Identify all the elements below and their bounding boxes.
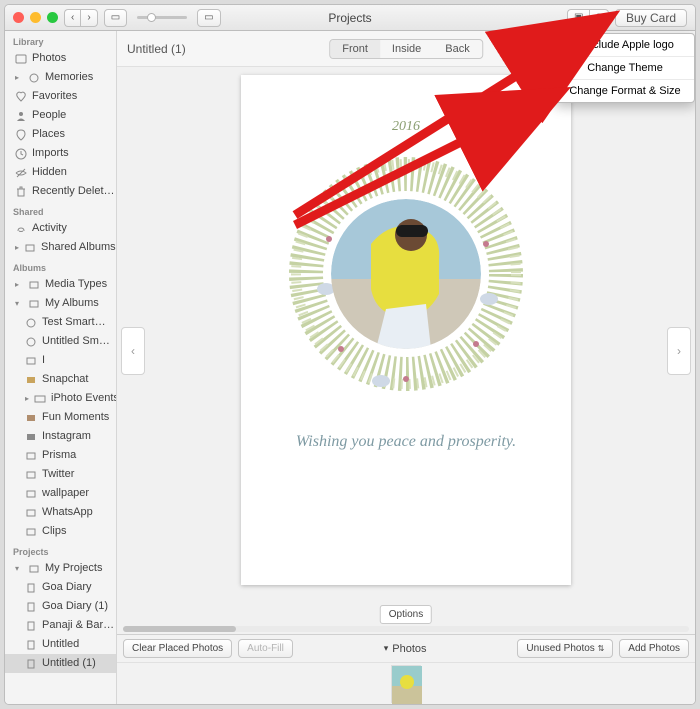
- sidebar-item-iphoto-events[interactable]: ▸iPhoto Events: [5, 389, 116, 408]
- sidebar-item-twitter[interactable]: Twitter: [5, 465, 116, 484]
- document-title: Untitled (1): [117, 42, 186, 56]
- options-button[interactable]: Options: [380, 605, 432, 624]
- sidebar-header-projects: Projects: [5, 541, 116, 559]
- card-message: Wishing you peace and prosperity.: [296, 433, 516, 451]
- photos-dropdown[interactable]: ▾Photos: [384, 643, 427, 655]
- sidebar-item-hidden[interactable]: Hidden: [5, 163, 116, 182]
- traffic-lights: [13, 12, 58, 23]
- sidebar-item-album-i[interactable]: I: [5, 351, 116, 370]
- thumbnail-small-icon[interactable]: ▭: [104, 9, 127, 27]
- sidebar-item-instagram[interactable]: Instagram: [5, 427, 116, 446]
- source-list-sidebar[interactable]: Library Photos ▸Memories Favorites Peopl…: [5, 31, 117, 704]
- sidebar-item-panaji[interactable]: Panaji & Bar…: [5, 616, 116, 635]
- sidebar-item-my-albums[interactable]: ▾My Albums: [5, 294, 116, 313]
- thumbnail-large-icon[interactable]: ▭: [197, 9, 220, 27]
- tray-photo-thumbnail[interactable]: [391, 665, 421, 703]
- tab-back[interactable]: Back: [433, 40, 481, 58]
- sidebar-item-untitled-smart[interactable]: Untitled Sm…: [5, 332, 116, 351]
- sidebar-item-recently-deleted[interactable]: Recently Delet…: [5, 182, 116, 201]
- buy-card-button[interactable]: Buy Card: [615, 9, 687, 27]
- card-wreath: [281, 149, 531, 399]
- window-title: Projects: [328, 11, 371, 25]
- settings-dropdown-menu: Include Apple logo Change Theme Change F…: [555, 33, 695, 103]
- card-preview[interactable]: 2016: [241, 75, 571, 585]
- sidebar-item-whatsapp[interactable]: WhatsApp: [5, 503, 116, 522]
- sidebar-item-my-projects[interactable]: ▾My Projects: [5, 559, 116, 578]
- window-titlebar: ‹ › ▭ ▭ Projects ▣ ▯ Buy Card: [5, 5, 695, 31]
- sidebar-item-snapchat[interactable]: Snapchat: [5, 370, 116, 389]
- prev-page-button[interactable]: ‹: [121, 327, 145, 375]
- sidebar-item-memories[interactable]: ▸Memories: [5, 68, 116, 87]
- sidebar-item-imports[interactable]: Imports: [5, 144, 116, 163]
- tab-front[interactable]: Front: [330, 40, 380, 58]
- sidebar-item-people[interactable]: People: [5, 106, 116, 125]
- forward-button[interactable]: ›: [80, 9, 97, 27]
- settings-dropdown-button[interactable]: ▯: [589, 9, 609, 27]
- sidebar-header-albums: Albums: [5, 257, 116, 275]
- tab-inside[interactable]: Inside: [380, 40, 433, 58]
- sidebar-item-photos[interactable]: Photos: [5, 49, 116, 68]
- checkbox-icon[interactable]: [566, 39, 578, 51]
- maximize-window-button[interactable]: [47, 12, 58, 23]
- menu-change-theme[interactable]: Change Theme: [556, 57, 694, 80]
- layout-view-button[interactable]: ▣: [567, 9, 589, 27]
- nav-back-forward[interactable]: ‹ ›: [64, 9, 98, 27]
- card-side-tabs[interactable]: Front Inside Back: [329, 39, 483, 59]
- sidebar-item-untitled-1[interactable]: Untitled (1): [5, 654, 116, 673]
- minimize-window-button[interactable]: [30, 12, 41, 23]
- sidebar-item-goa-diary[interactable]: Goa Diary: [5, 578, 116, 597]
- zoom-slider[interactable]: [137, 16, 187, 19]
- photo-tray: Clear Placed Photos Auto-Fill ▾Photos Un…: [117, 634, 695, 704]
- menu-include-apple-logo[interactable]: Include Apple logo: [556, 34, 694, 57]
- card-year: 2016: [392, 119, 420, 135]
- sidebar-item-fun-moments[interactable]: Fun Moments: [5, 408, 116, 427]
- unused-photos-filter[interactable]: Unused Photos ⇅: [517, 639, 613, 658]
- sidebar-item-shared-albums[interactable]: ▸Shared Albums: [5, 238, 116, 257]
- sidebar-item-untitled[interactable]: Untitled: [5, 635, 116, 654]
- sidebar-item-goa-diary-1[interactable]: Goa Diary (1): [5, 597, 116, 616]
- sidebar-item-favorites[interactable]: Favorites: [5, 87, 116, 106]
- close-window-button[interactable]: [13, 12, 24, 23]
- next-page-button[interactable]: ›: [667, 327, 691, 375]
- sidebar-item-prisma[interactable]: Prisma: [5, 446, 116, 465]
- menu-change-format-size[interactable]: Change Format & Size: [556, 80, 694, 102]
- card-canvas: ‹ › 2016: [117, 67, 695, 634]
- clear-placed-photos-button[interactable]: Clear Placed Photos: [123, 639, 232, 658]
- auto-fill-button[interactable]: Auto-Fill: [238, 639, 293, 658]
- sidebar-header-library: Library: [5, 31, 116, 49]
- canvas-scrollbar[interactable]: [123, 626, 689, 632]
- add-photos-button[interactable]: Add Photos: [619, 639, 689, 658]
- back-button[interactable]: ‹: [64, 9, 80, 27]
- card-photo[interactable]: [331, 199, 481, 349]
- sidebar-item-clips[interactable]: Clips: [5, 522, 116, 541]
- sidebar-item-media-types[interactable]: ▸Media Types: [5, 275, 116, 294]
- sidebar-item-activity[interactable]: Activity: [5, 219, 116, 238]
- sidebar-item-test-smart[interactable]: Test Smart…: [5, 313, 116, 332]
- sidebar-item-places[interactable]: Places: [5, 125, 116, 144]
- sidebar-item-wallpaper[interactable]: wallpaper: [5, 484, 116, 503]
- sidebar-header-shared: Shared: [5, 201, 116, 219]
